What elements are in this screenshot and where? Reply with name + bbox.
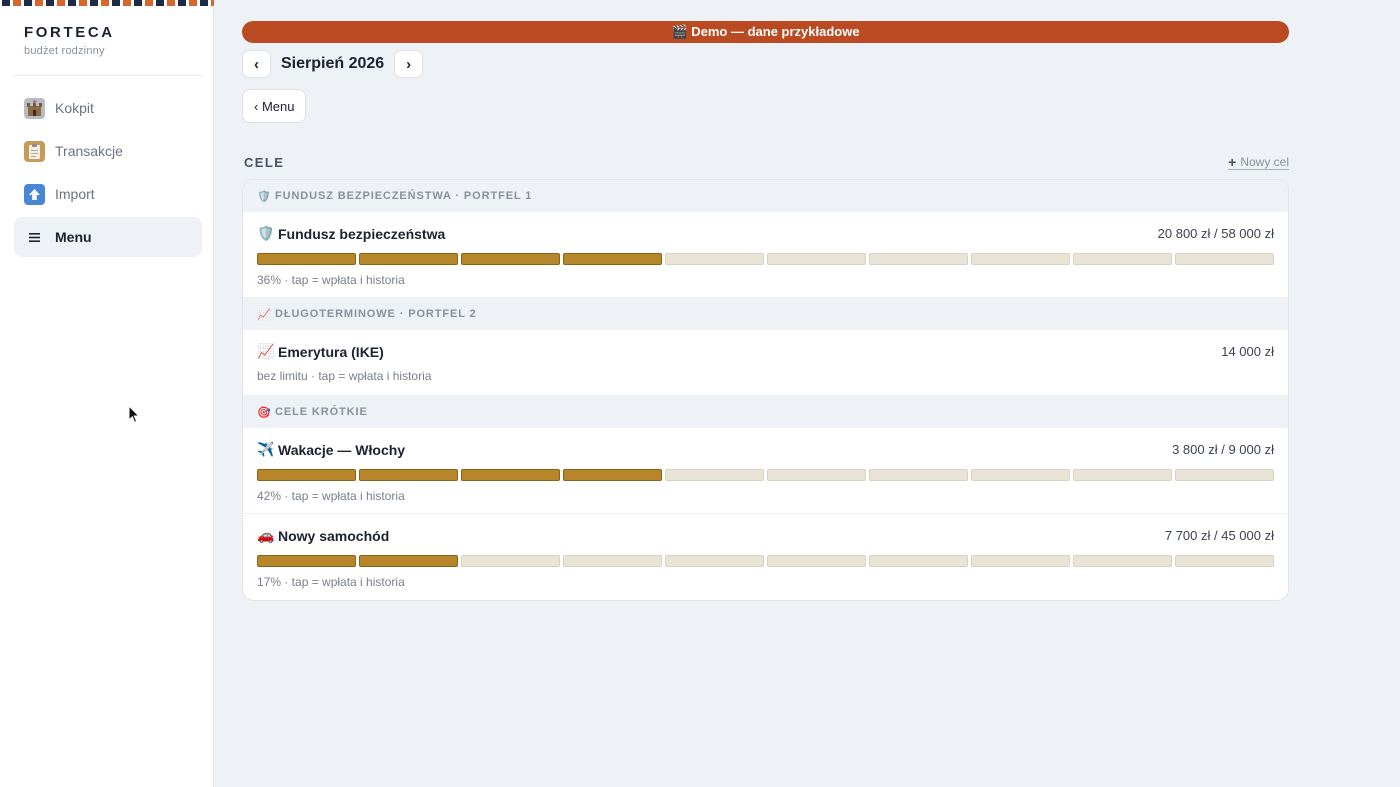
demo-banner: 🎬 Demo — dane przykładowe xyxy=(242,21,1289,43)
goal-item[interactable]: 🚗 Nowy samochód 7 700 zł / 45 000 zł 17%… xyxy=(243,514,1288,600)
progress-segment-empty xyxy=(1073,555,1172,567)
brand-tagline: budżet rodzinny xyxy=(24,45,105,57)
progress-segment-empty xyxy=(1073,469,1172,481)
goal-name-text: Wakacje — Włochy xyxy=(278,441,406,458)
clipboard-icon xyxy=(24,140,45,162)
group-label: FUNDUSZ BEZPIECZEŃSTWA · PORTFEL 1 xyxy=(275,190,533,202)
goal-amount: 20 800 zł / 58 000 zł xyxy=(1157,226,1274,241)
goal-item[interactable]: 📈 Emerytura (IKE) 14 000 zł bez limitu ·… xyxy=(243,330,1288,396)
sidebar-item-label: Kokpit xyxy=(55,100,94,116)
goal-amount: 7 700 zł / 45 000 zł xyxy=(1164,528,1274,543)
sidebar-item-label: Transakcje xyxy=(55,143,123,159)
progress-segment-empty xyxy=(461,555,560,567)
goal-subtitle: 17% · tap = wpłata i historia xyxy=(257,575,405,589)
progress-bar xyxy=(257,253,1274,265)
progress-segment-filled xyxy=(563,469,662,481)
sidebar: FORTECA budżet rodzinny Kokpit Transakcj… xyxy=(0,0,214,787)
progress-segment-empty xyxy=(1175,555,1274,567)
chart-increasing-icon: 📈 xyxy=(257,308,272,321)
progress-segment-empty xyxy=(1175,253,1274,265)
shield-icon: 🛡️ xyxy=(257,225,275,241)
sidebar-item-menu[interactable]: Menu xyxy=(14,217,202,257)
progress-segment-empty xyxy=(767,555,866,567)
goal-item[interactable]: ✈️ Wakacje — Włochy 3 800 zł / 9 000 zł … xyxy=(243,428,1288,514)
sidebar-item-kokpit[interactable]: Kokpit xyxy=(14,88,202,128)
month-switcher: ‹ Sierpień 2026 › xyxy=(242,50,424,78)
progress-segment-filled xyxy=(359,555,458,567)
new-goal-link[interactable]: + Nowy cel xyxy=(1228,155,1289,170)
progress-segment-filled xyxy=(359,469,458,481)
progress-segment-empty xyxy=(1073,253,1172,265)
group-label: CELE KRÓTKIE xyxy=(275,406,368,418)
progress-segment-empty xyxy=(869,469,968,481)
chart-increasing-icon: 📈 xyxy=(257,343,275,359)
brand-name: FORTECA xyxy=(24,24,115,41)
progress-segment-empty xyxy=(563,555,662,567)
progress-segment-empty xyxy=(971,469,1070,481)
progress-segment-filled xyxy=(257,555,356,567)
prev-month-button[interactable]: ‹ xyxy=(242,50,271,78)
progress-segment-empty xyxy=(665,469,764,481)
progress-segment-empty xyxy=(971,555,1070,567)
goal-name: 🚗 Nowy samochód xyxy=(257,527,389,544)
upload-arrow-icon xyxy=(24,183,45,205)
goal-name-text: Nowy samochód xyxy=(278,527,390,544)
goal-name: ✈️ Wakacje — Włochy xyxy=(257,441,405,458)
shield-icon: 🛡️ xyxy=(257,190,272,203)
goals-card: 🛡️ FUNDUSZ BEZPIECZEŃSTWA · PORTFEL 1 🛡️… xyxy=(242,179,1289,601)
sidebar-divider xyxy=(14,75,202,76)
goal-name-text: Fundusz bezpieczeństwa xyxy=(278,225,446,242)
mouse-cursor-icon xyxy=(128,405,140,423)
section-title: CELE xyxy=(244,155,285,170)
hamburger-menu-icon xyxy=(24,227,45,248)
progress-segment-filled xyxy=(359,253,458,265)
plus-icon: + xyxy=(1228,154,1237,170)
sidebar-nav: Kokpit Transakcje Import Menu xyxy=(14,88,202,260)
sidebar-item-transakcje[interactable]: Transakcje xyxy=(14,131,202,171)
group-header: 📈 DŁUGOTERMINOWE · PORTFEL 2 xyxy=(243,298,1288,330)
progress-segment-filled xyxy=(563,253,662,265)
new-goal-label: Nowy cel xyxy=(1240,155,1289,169)
progress-segment-empty xyxy=(767,469,866,481)
month-label: Sierpień 2026 xyxy=(281,55,385,72)
brand[interactable]: FORTECA budżet rodzinny xyxy=(24,24,115,57)
castle-icon xyxy=(24,97,45,119)
goal-subtitle: 36% · tap = wpłata i historia xyxy=(257,273,405,287)
progress-segment-empty xyxy=(1175,469,1274,481)
goals-section-header: CELE + Nowy cel xyxy=(244,155,1289,170)
sidebar-item-import[interactable]: Import xyxy=(14,174,202,214)
back-to-menu-button[interactable]: ‹ Menu xyxy=(242,89,307,123)
goal-amount: 3 800 zł / 9 000 zł xyxy=(1172,442,1274,457)
car-icon: 🚗 xyxy=(257,527,275,543)
progress-segment-empty xyxy=(665,555,764,567)
group-header: 🎯 CELE KRÓTKIE xyxy=(243,396,1288,428)
airplane-icon: ✈️ xyxy=(257,441,275,457)
sidebar-item-label: Menu xyxy=(55,229,92,245)
progress-segment-filled xyxy=(257,253,356,265)
goal-name: 🛡️ Fundusz bezpieczeństwa xyxy=(257,225,445,242)
goal-amount: 14 000 zł xyxy=(1221,344,1274,359)
goal-item[interactable]: 🛡️ Fundusz bezpieczeństwa 20 800 zł / 58… xyxy=(243,212,1288,298)
progress-segment-empty xyxy=(971,253,1070,265)
progress-segment-empty xyxy=(665,253,764,265)
progress-segment-empty xyxy=(869,555,968,567)
sidebar-item-label: Import xyxy=(55,186,95,202)
goal-name: 📈 Emerytura (IKE) xyxy=(257,343,384,360)
group-label: DŁUGOTERMINOWE · PORTFEL 2 xyxy=(275,308,477,320)
progress-segment-empty xyxy=(767,253,866,265)
progress-segment-empty xyxy=(869,253,968,265)
goal-subtitle: bez limitu · tap = wpłata i historia xyxy=(257,369,432,383)
next-month-button[interactable]: › xyxy=(394,50,424,78)
progress-segment-filled xyxy=(461,253,560,265)
goal-subtitle: 42% · tap = wpłata i historia xyxy=(257,489,405,503)
target-icon: 🎯 xyxy=(257,406,272,419)
progress-segment-filled xyxy=(461,469,560,481)
progress-segment-filled xyxy=(257,469,356,481)
goal-name-text: Emerytura (IKE) xyxy=(278,343,384,360)
brand-stripe xyxy=(2,0,214,6)
progress-bar xyxy=(257,469,1274,481)
group-header: 🛡️ FUNDUSZ BEZPIECZEŃSTWA · PORTFEL 1 xyxy=(243,180,1288,212)
progress-bar xyxy=(257,555,1274,567)
